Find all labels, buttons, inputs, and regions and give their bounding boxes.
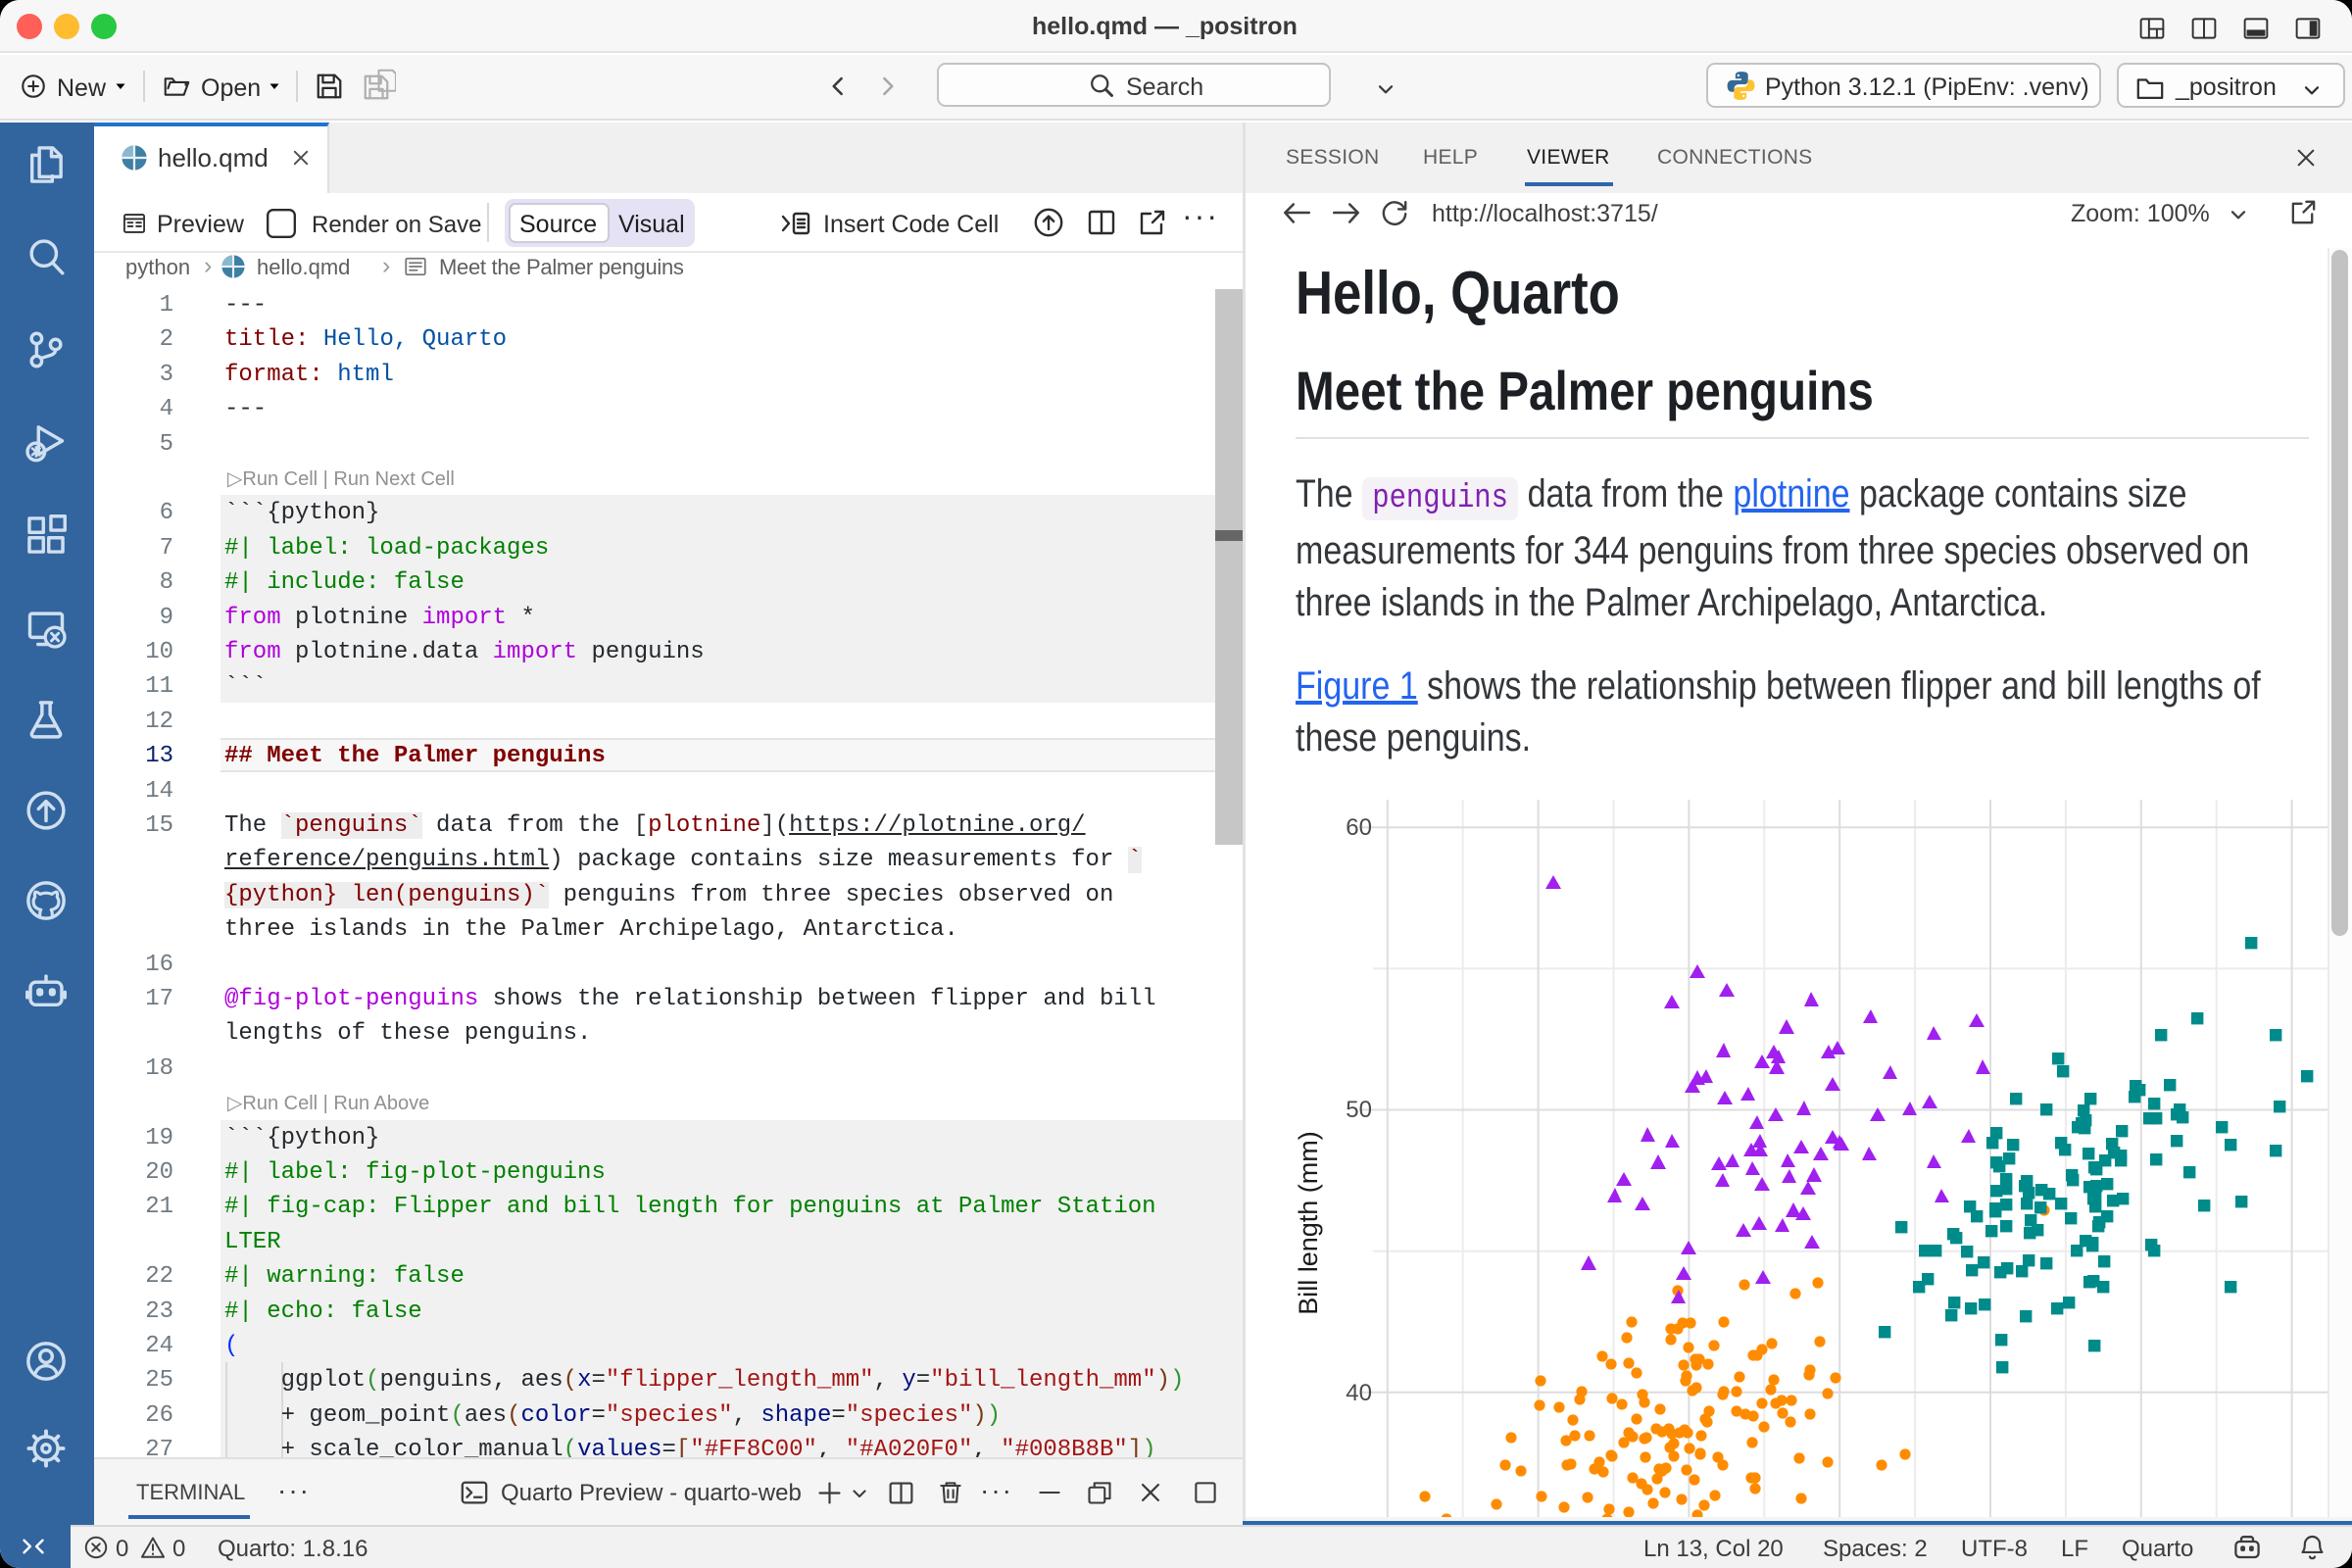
svg-text:Bill length (mm): Bill length (mm)	[1294, 1131, 1323, 1315]
svg-text:60: 60	[1346, 814, 1372, 841]
svg-text:50: 50	[1346, 1097, 1372, 1123]
svg-text:40: 40	[1346, 1380, 1372, 1406]
